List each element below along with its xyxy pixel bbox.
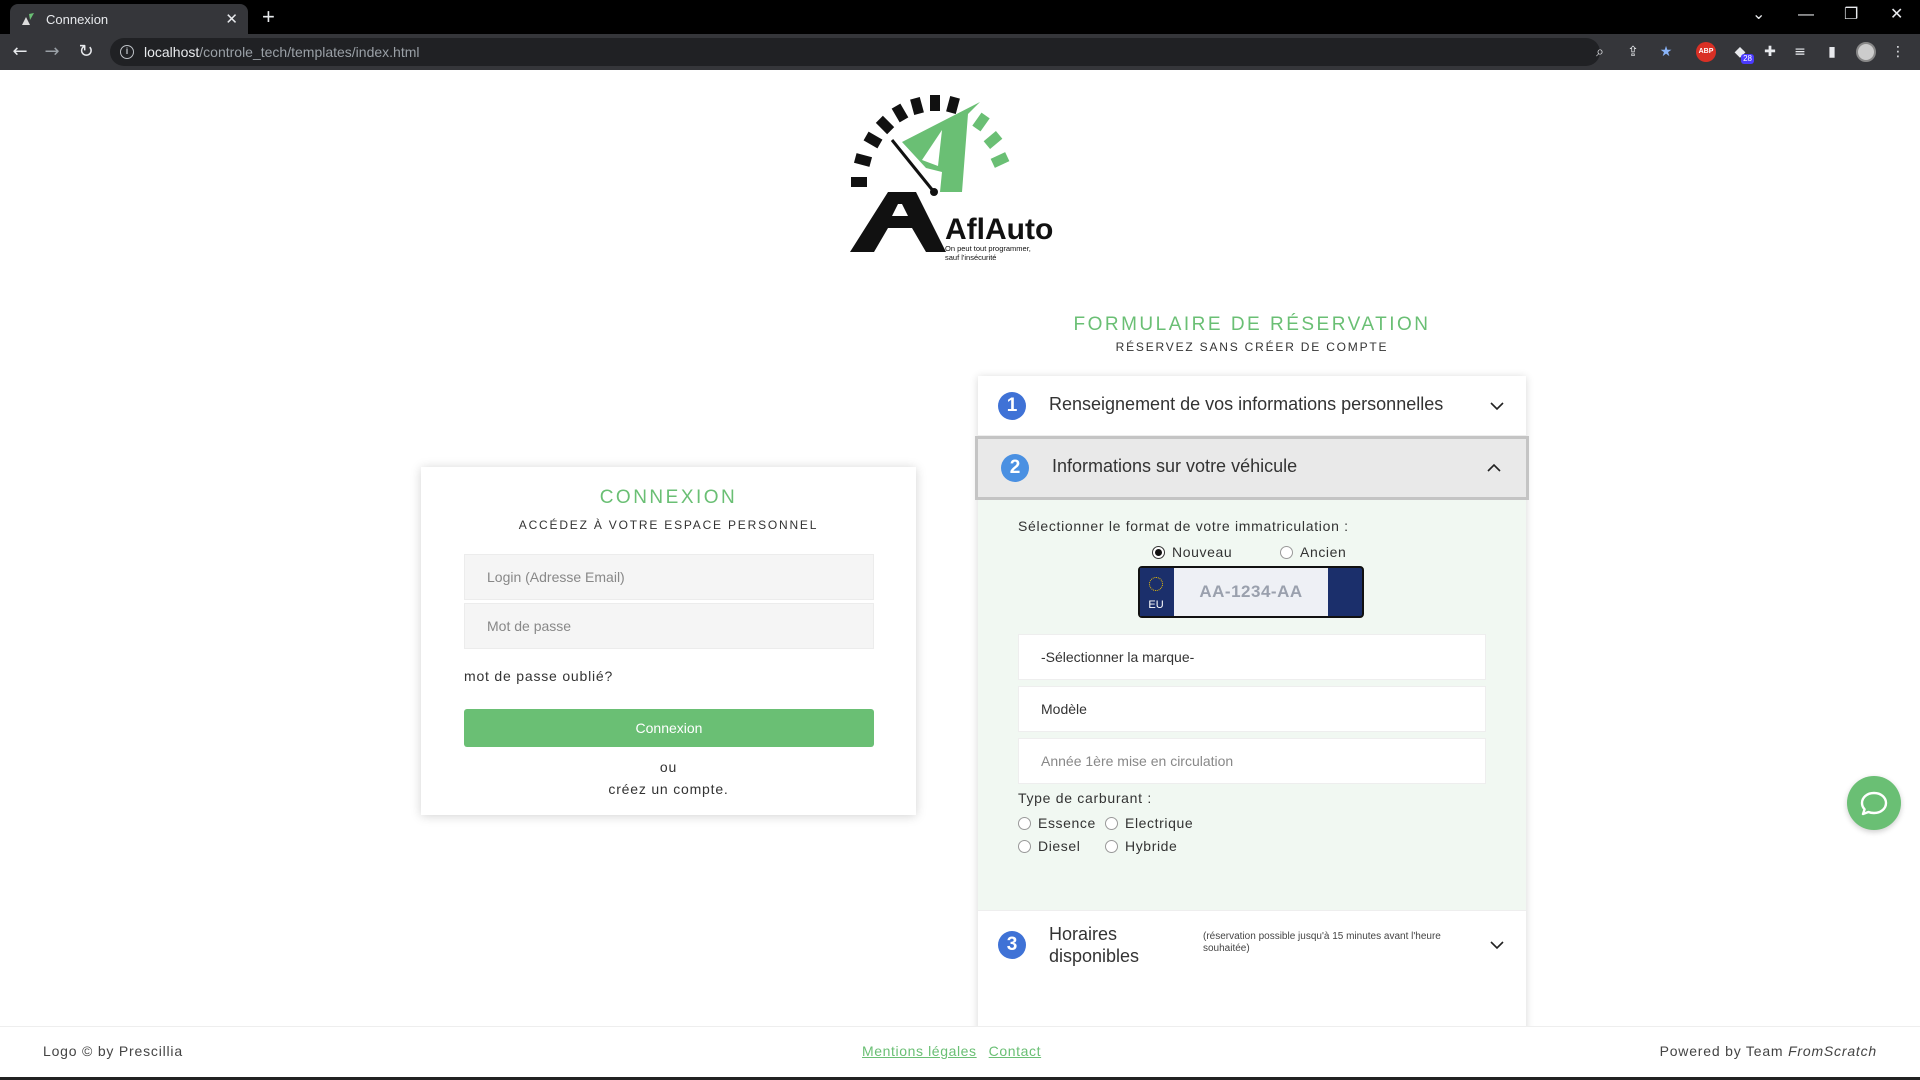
model-field[interactable]: Modèle <box>1018 686 1486 732</box>
radio-unchecked-icon <box>1105 839 1118 853</box>
minimize-button[interactable]: — <box>1798 2 1814 28</box>
booking-accordion: 1 Renseignement de vos informations pers… <box>975 376 1529 1038</box>
side-panel-icon[interactable]: ▮ <box>1822 42 1842 62</box>
login-card: CONNEXION ACCÉDEZ À VOTRE ESPACE PERSONN… <box>421 467 916 815</box>
fuel-hybride-label: Hybride <box>1125 838 1178 854</box>
powered-by-text: Powered by Team <box>1659 1043 1789 1059</box>
or-separator: ou <box>659 759 678 775</box>
radio-unchecked-icon <box>1018 839 1031 853</box>
step-1-badge: 1 <box>998 392 1026 420</box>
booking-title: FORMULAIRE DE RÉSERVATION <box>1073 314 1431 335</box>
chevron-down-icon <box>1490 402 1504 411</box>
extension-badge: 28 <box>1741 54 1754 64</box>
fuel-hybride-radio[interactable]: Hybride <box>1105 838 1177 854</box>
plate-format-old-label: Ancien <box>1300 544 1347 560</box>
aflauto-logo: AflAuto On peut tout programmer, sauf l'… <box>850 95 1053 262</box>
login-subtitle: ACCÉDEZ À VOTRE ESPACE PERSONNEL <box>518 518 819 532</box>
browser-tab-bar: Connexion ✕ + ⌄ — ❐ ✕ <box>0 0 1920 34</box>
page-content: AflAuto On peut tout programmer, sauf l'… <box>0 70 1920 1080</box>
team-name: FromScratch <box>1788 1043 1877 1059</box>
logo-tagline-1: On peut tout programmer, <box>945 244 1031 253</box>
eu-stars-icon <box>1149 577 1163 591</box>
profile-avatar[interactable] <box>1856 42 1876 62</box>
fuel-type-label: Type de carburant : <box>1018 790 1152 806</box>
legal-notice-link[interactable]: Mentions légales <box>862 1043 977 1059</box>
create-account-link[interactable]: créez un compte. <box>421 781 916 797</box>
chat-bubble-icon <box>1860 791 1888 816</box>
password-field[interactable]: Mot de passe <box>464 603 874 649</box>
zoom-icon[interactable]: ⌕ <box>1590 42 1610 62</box>
radio-checked-icon <box>1152 545 1165 559</box>
logo-brand-text: AflAuto <box>945 213 1053 246</box>
address-bar: ← → ↻ i localhost/controle_tech/template… <box>0 34 1920 70</box>
section-3-label: Horaires disponibles <box>1049 924 1140 966</box>
close-window-button[interactable]: ✕ <box>1890 2 1903 28</box>
tab-title: Connexion <box>46 11 109 27</box>
fuel-diesel-radio[interactable]: Diesel <box>1018 838 1081 854</box>
reading-list-icon[interactable]: ≡ <box>1790 42 1810 62</box>
bookmark-star-icon[interactable]: ★ <box>1656 42 1676 62</box>
footer-logo-credit: Logo © by Prescillia <box>43 1043 183 1059</box>
plate-eu-text: EU <box>1148 599 1164 611</box>
share-icon[interactable]: ⇪ <box>1623 42 1643 62</box>
plate-format-old-radio[interactable]: Ancien <box>1280 544 1346 560</box>
fuel-electrique-radio[interactable]: Electrique <box>1105 815 1193 831</box>
menu-kebab-icon[interactable]: ⋮ <box>1888 42 1908 62</box>
plate-number-placeholder: AA-1234-AA <box>1174 568 1328 616</box>
radio-unchecked-icon <box>1105 816 1118 830</box>
section-vehicle-header[interactable]: 2 Informations sur votre véhicule <box>975 436 1529 500</box>
step-3-badge: 3 <box>998 931 1026 959</box>
license-plate-input[interactable]: EU AA-1234-AA <box>1138 566 1364 618</box>
extensions-puzzle-icon[interactable]: ✚ <box>1760 42 1780 62</box>
reload-icon[interactable]: ↻ <box>74 40 98 64</box>
new-tab-button[interactable]: + <box>262 4 275 30</box>
browser-tab[interactable]: Connexion ✕ <box>10 4 248 34</box>
site-info-icon[interactable]: i <box>120 45 134 59</box>
vehicle-section-body: Sélectionner le format de votre immatric… <box>978 500 1526 910</box>
section-schedule-header[interactable]: 3 Horaires disponibles (réservation poss… <box>978 910 1526 1038</box>
year-field[interactable]: Année 1ère mise en circulation <box>1018 738 1486 784</box>
adblock-extension-icon[interactable]: ABP <box>1696 42 1716 62</box>
login-button[interactable]: Connexion <box>464 709 874 747</box>
section-1-label: Renseignement de vos informations person… <box>1049 394 1444 414</box>
site-favicon-icon <box>22 13 34 25</box>
radio-unchecked-icon <box>1280 545 1293 559</box>
url-path: /controle_tech/templates/index.html <box>199 44 420 60</box>
fuel-electrique-label: Electrique <box>1125 815 1194 831</box>
brand-select[interactable]: -Sélectionner la marque- <box>1018 634 1486 680</box>
extension-icon[interactable]: ◆ 28 <box>1730 42 1754 64</box>
tab-close-icon[interactable]: ✕ <box>225 10 238 28</box>
plate-format-new-radio[interactable]: Nouveau <box>1152 544 1232 560</box>
contact-link[interactable]: Contact <box>989 1043 1041 1059</box>
booking-subtitle: RÉSERVEZ SANS CRÉER DE COMPTE <box>1115 340 1389 354</box>
forgot-password-link[interactable]: mot de passe oublié? <box>464 668 613 684</box>
back-icon[interactable]: ← <box>8 40 32 64</box>
chat-button[interactable] <box>1847 776 1901 830</box>
email-field[interactable]: Login (Adresse Email) <box>464 554 874 600</box>
plate-format-label: Sélectionner le format de votre immatric… <box>1018 518 1349 534</box>
footer-powered-by: Powered by Team FromScratch <box>1660 1043 1877 1059</box>
url-field[interactable]: i localhost/controle_tech/templates/inde… <box>110 38 1600 66</box>
chevron-down-icon <box>1490 941 1504 950</box>
plate-format-new-label: Nouveau <box>1172 544 1233 560</box>
tab-search-icon[interactable]: ⌄ <box>1752 2 1765 28</box>
login-title: CONNEXION <box>599 487 738 508</box>
fuel-diesel-label: Diesel <box>1038 838 1081 854</box>
step-2-badge: 2 <box>1001 454 1029 482</box>
fuel-essence-label: Essence <box>1038 815 1096 831</box>
plate-eu-band: EU <box>1140 568 1172 616</box>
url-host: localhost <box>144 44 200 60</box>
footer: Logo © by Prescillia Mentions légales Con… <box>0 1026 1920 1080</box>
radio-unchecked-icon <box>1018 816 1031 830</box>
section-personal-info-header[interactable]: 1 Renseignement de vos informations pers… <box>978 376 1526 436</box>
chevron-up-icon <box>1487 463 1501 472</box>
section-2-label: Informations sur votre véhicule <box>1052 456 1298 476</box>
restore-button[interactable]: ❐ <box>1844 2 1858 28</box>
logo-tagline-2: sauf l'insécurité <box>945 253 996 262</box>
section-3-note: (réservation possible jusqu'à 15 minutes… <box>1203 931 1441 954</box>
footer-links: Mentions légales Contact <box>862 1043 1053 1059</box>
fuel-essence-radio[interactable]: Essence <box>1018 815 1096 831</box>
forward-icon[interactable]: → <box>40 40 64 64</box>
